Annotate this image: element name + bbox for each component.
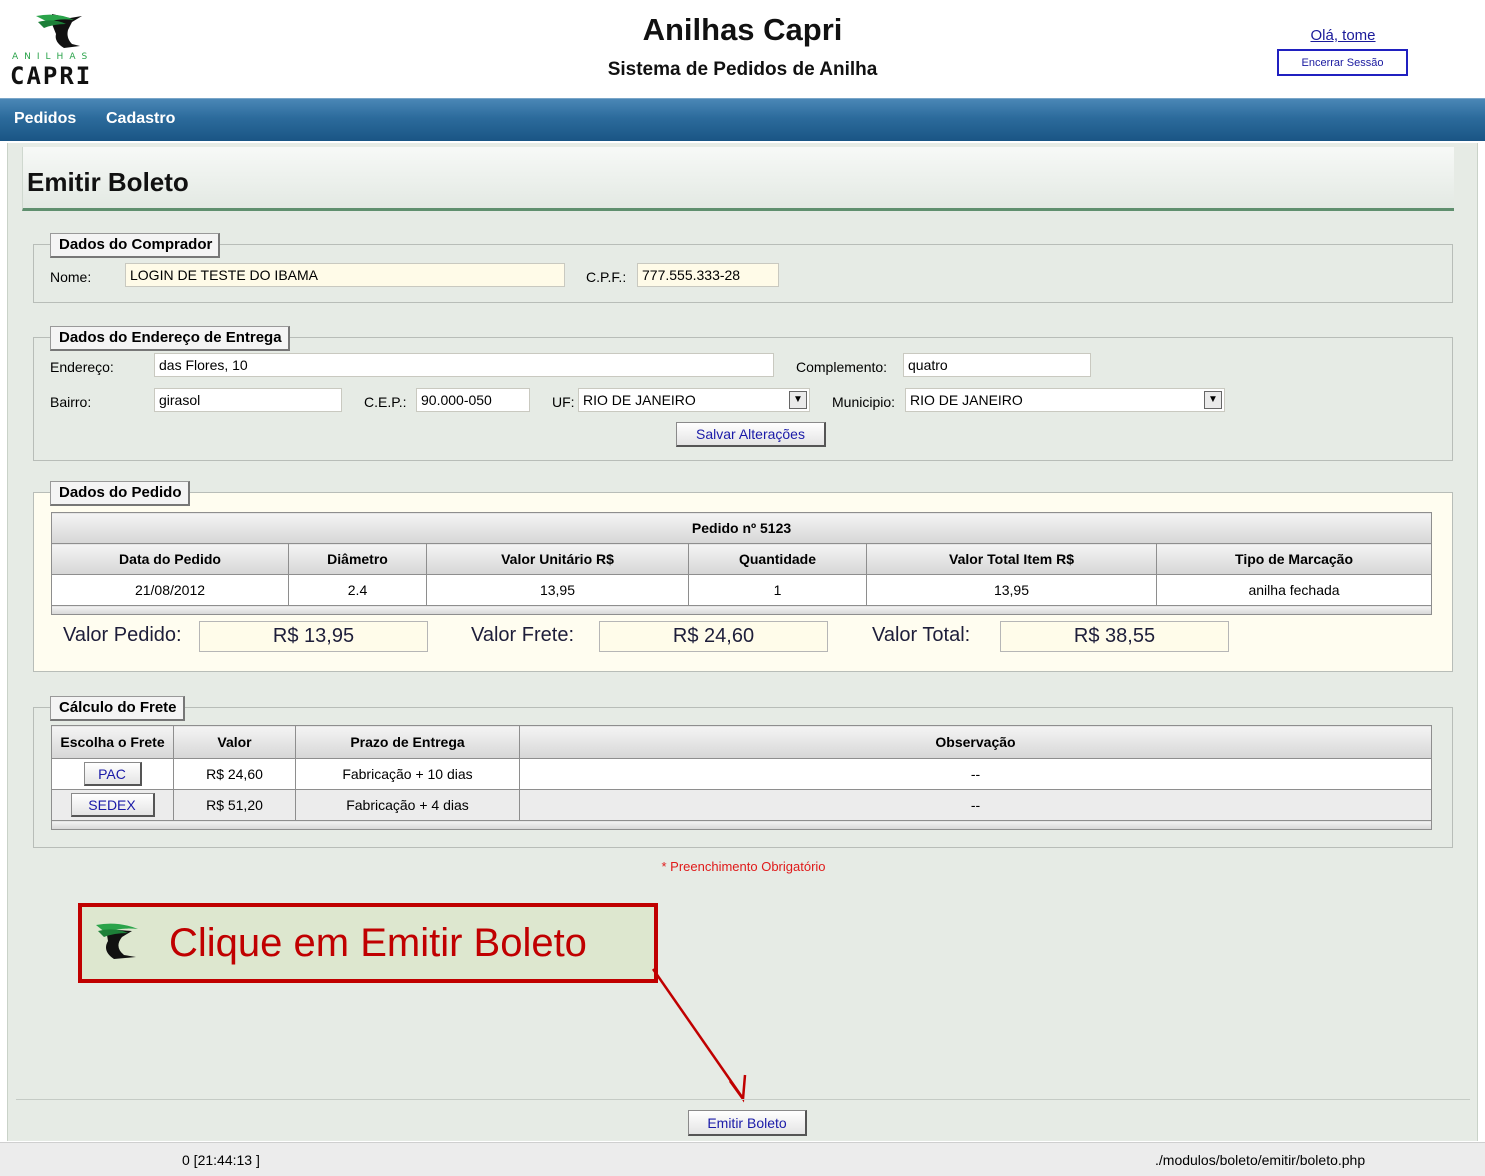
freight-cell: -- bbox=[519, 758, 1432, 790]
order-table: Pedido nº 5123 Data do Pedido Diâmetro V… bbox=[50, 512, 1433, 615]
valor-total-label: Valor Total: bbox=[872, 624, 971, 646]
address-legend: Dados do Endereço de Entrega bbox=[50, 326, 290, 351]
valor-frete-label: Valor Frete: bbox=[471, 624, 574, 646]
valor-pedido-value: R$ 13,95 bbox=[199, 621, 428, 652]
freight-legend: Cálculo do Frete bbox=[50, 696, 185, 721]
bairro-field[interactable]: girasol bbox=[154, 388, 342, 412]
freight-cell: Fabricação + 4 dias bbox=[295, 789, 520, 821]
uf-chevron-down-icon[interactable]: ▼ bbox=[789, 391, 807, 409]
order-col-header: Tipo de Marcação bbox=[1155, 543, 1433, 575]
callout-text: Clique em Emitir Boleto bbox=[169, 921, 587, 965]
page-title: Emitir Boleto bbox=[27, 167, 189, 197]
order-cell: anilha fechada bbox=[1155, 574, 1433, 606]
status-path: ./modulos/boleto/emitir/boleto.php bbox=[1155, 1152, 1366, 1168]
freight-table-footer bbox=[51, 820, 1432, 830]
order-caption: Pedido nº 5123 bbox=[50, 512, 1433, 544]
required-note: * Preenchimento Obrigatório bbox=[661, 859, 826, 874]
save-changes-button[interactable]: Salvar Alterações bbox=[676, 422, 826, 447]
app-header: ANILHAS CAPRI Anilhas Capri Sistema de P… bbox=[0, 0, 1485, 96]
app-subtitle: Sistema de Pedidos de Anilha bbox=[607, 59, 878, 80]
municipio-chevron-down-icon[interactable]: ▼ bbox=[1204, 391, 1222, 409]
endereco-label: Endereço: bbox=[50, 359, 114, 375]
cpf-label: C.P.F.: bbox=[586, 269, 627, 285]
municipio-select-value: RIO DE JANEIRO bbox=[910, 392, 1023, 408]
name-label: Nome: bbox=[50, 269, 92, 285]
order-col-header: Data do Pedido bbox=[51, 543, 289, 575]
complemento-field[interactable]: quatro bbox=[903, 353, 1091, 377]
buyer-fieldset: Dados do Comprador Nome: LOGIN DE TESTE … bbox=[33, 233, 1453, 303]
order-col-header: Diâmetro bbox=[288, 543, 427, 575]
main-navbar: Pedidos Cadastro bbox=[0, 98, 1485, 141]
municipio-label: Municipio: bbox=[832, 394, 896, 410]
buyer-legend: Dados do Comprador bbox=[50, 233, 221, 258]
status-bar: 0 [21:44:13 ] ./modulos/boleto/emitir/bo… bbox=[0, 1142, 1485, 1176]
freight-col-header: Valor bbox=[173, 725, 296, 759]
table-row: SEDEX R$ 51,20 Fabricação + 4 dias -- bbox=[51, 789, 1432, 821]
freight-col-header: Prazo de Entrega bbox=[295, 725, 520, 759]
bird-logo-icon bbox=[96, 923, 138, 959]
uf-select[interactable]: RIO DE JANEIRO ▼ bbox=[578, 388, 810, 412]
freight-cell: R$ 24,60 bbox=[173, 758, 296, 790]
order-cell: 13,95 bbox=[866, 574, 1157, 606]
pac-button[interactable]: PAC bbox=[83, 762, 142, 786]
order-cell: 2.4 bbox=[288, 574, 427, 606]
uf-select-value: RIO DE JANEIRO bbox=[583, 392, 696, 408]
order-col-header: Valor Total Item R$ bbox=[866, 543, 1157, 575]
uf-label: UF: bbox=[552, 394, 575, 410]
order-cell: 21/08/2012 bbox=[51, 574, 289, 606]
valor-frete-value: R$ 24,60 bbox=[599, 621, 828, 652]
municipio-select[interactable]: RIO DE JANEIRO ▼ bbox=[905, 388, 1225, 412]
order-cell: 1 bbox=[688, 574, 867, 606]
table-row: PAC R$ 24,60 Fabricação + 10 dias -- bbox=[51, 758, 1432, 790]
freight-col-header: Escolha o Frete bbox=[51, 725, 174, 759]
nav-item-pedidos[interactable]: Pedidos bbox=[14, 110, 76, 128]
instruction-callout: Clique em Emitir Boleto bbox=[78, 903, 658, 983]
logout-button[interactable]: Encerrar Sessão bbox=[1277, 49, 1408, 76]
status-time: 0 [21:44:13 ] bbox=[182, 1152, 260, 1168]
freight-fieldset: Cálculo do Frete Escolha o Frete Valor P… bbox=[33, 696, 1453, 848]
table-row: 21/08/2012 2.4 13,95 1 13,95 anilha fech… bbox=[51, 574, 1433, 606]
cep-label: C.E.P.: bbox=[364, 394, 407, 410]
endereco-field[interactable]: das Flores, 10 bbox=[154, 353, 774, 377]
freight-option-cell: PAC bbox=[51, 758, 174, 790]
main-content: Emitir Boleto Dados do Comprador Nome: L… bbox=[7, 143, 1478, 1141]
order-cell: 13,95 bbox=[426, 574, 689, 606]
bottom-divider bbox=[16, 1099, 1470, 1100]
freight-col-header: Observação bbox=[519, 725, 1432, 759]
sedex-button[interactable]: SEDEX bbox=[70, 793, 155, 817]
cep-field[interactable]: 90.000-050 bbox=[416, 388, 530, 412]
cpf-field[interactable]: 777.555.333-28 bbox=[637, 263, 779, 287]
freight-option-cell: SEDEX bbox=[51, 789, 174, 821]
address-fieldset: Dados do Endereço de Entrega Endereço: d… bbox=[33, 326, 1453, 461]
valor-pedido-label: Valor Pedido: bbox=[63, 624, 182, 646]
nav-item-cadastro[interactable]: Cadastro bbox=[106, 110, 175, 128]
user-greeting-link[interactable]: Olá, tome bbox=[1278, 27, 1408, 44]
page-header: Emitir Boleto bbox=[22, 147, 1454, 211]
order-fieldset: Dados do Pedido Pedido nº 5123 Data do P… bbox=[33, 481, 1453, 672]
freight-cell: R$ 51,20 bbox=[173, 789, 296, 821]
name-field[interactable]: LOGIN DE TESTE DO IBAMA bbox=[125, 263, 565, 287]
valor-total-value: R$ 38,55 bbox=[1000, 621, 1229, 652]
bairro-label: Bairro: bbox=[50, 394, 92, 410]
order-legend: Dados do Pedido bbox=[50, 481, 190, 506]
order-col-header: Quantidade bbox=[688, 543, 867, 575]
freight-cell: -- bbox=[519, 789, 1432, 821]
freight-table: Escolha o Frete Valor Prazo de Entrega O… bbox=[51, 725, 1432, 830]
freight-cell: Fabricação + 10 dias bbox=[295, 758, 520, 790]
order-table-footer bbox=[50, 605, 1433, 615]
order-col-header: Valor Unitário R$ bbox=[426, 543, 689, 575]
complemento-label: Complemento: bbox=[796, 359, 888, 375]
emit-boleto-button[interactable]: Emitir Boleto bbox=[688, 1110, 807, 1136]
app-title: Anilhas Capri bbox=[642, 12, 843, 47]
